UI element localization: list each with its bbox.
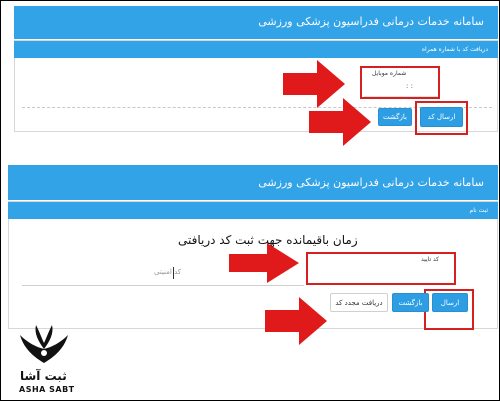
send-code-button[interactable]: ارسال کد (420, 107, 463, 127)
logo-text-en: ASHA SABT (19, 385, 75, 394)
mobile-input-underline (364, 96, 438, 97)
bottom-header-bar: سامانه خدمات درمانی فدراسیون پزشکی ورزشی (8, 165, 498, 200)
security-code-placeholder: کد امنیتی (154, 268, 182, 276)
top-section-strip: دریافت کد با شماره همراه (14, 41, 498, 58)
mobile-label: شماره موبایل (372, 70, 407, 77)
top-header-bar: سامانه خدمات درمانی فدراسیون پزشکی ورزشی (14, 6, 498, 39)
arrow-to-send-icon (309, 98, 371, 146)
code-label: کد تایید (421, 256, 440, 263)
asha-sabt-logo-icon (20, 325, 68, 363)
mobile-input[interactable]: : : (366, 81, 436, 95)
resend-code-button[interactable]: دریافت مجدد کد (330, 293, 388, 312)
logo-text-fa: ثبت آشا (20, 369, 67, 383)
arrow-to-resend-icon (265, 297, 327, 345)
submit-button[interactable]: ارسال (432, 293, 468, 312)
top-back-button[interactable]: بازگشت (378, 108, 412, 126)
top-strip-label: دریافت کد با شماره همراه (421, 46, 488, 53)
code-underline-left (22, 285, 304, 286)
bottom-back-button[interactable]: بازگشت (392, 293, 429, 312)
bottom-strip-label: ثبت نام (469, 207, 489, 214)
arrow-to-code-icon (229, 243, 299, 283)
bottom-page-title: سامانه خدمات درمانی فدراسیون پزشکی ورزشی (258, 176, 484, 189)
bottom-section-strip: ثبت نام (8, 202, 498, 219)
top-page-title: سامانه خدمات درمانی فدراسیون پزشکی ورزشی (258, 15, 484, 28)
